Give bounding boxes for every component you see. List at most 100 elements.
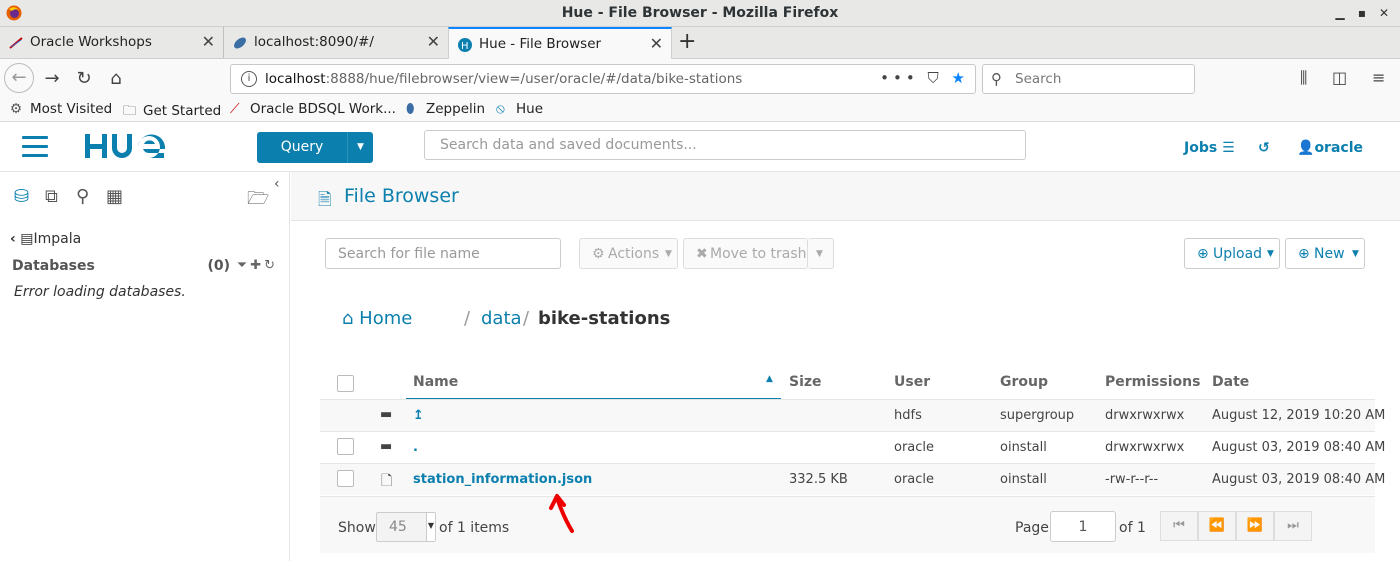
grid-icon[interactable]: ▦ (106, 186, 123, 207)
annotation-arrow-icon (549, 494, 574, 533)
server-icon: ▤ (20, 231, 34, 247)
folder-open-icon[interactable]: 🗁 (247, 186, 269, 216)
zeppelin-icon (234, 37, 246, 49)
tab-hue-file-browser[interactable]: H Hue - File Browser ✕ (448, 27, 672, 59)
first-page-button[interactable]: ⏮ (1160, 511, 1198, 541)
hamburger-menu-icon[interactable] (22, 136, 48, 158)
column-header-size[interactable]: Size (789, 374, 822, 390)
page-size-select[interactable]: 45 ▼ (376, 512, 436, 542)
oracle-icon: ⟋ (230, 101, 240, 117)
page-actions-icon[interactable]: ••• (880, 69, 919, 87)
hue-logo[interactable] (82, 131, 180, 161)
close-tab-icon[interactable]: ✕ (202, 32, 215, 51)
page-number-input[interactable]: 1 (1050, 511, 1116, 542)
upload-button[interactable]: ⊕ Upload ▼ (1184, 238, 1280, 269)
close-tab-icon[interactable]: ✕ (427, 32, 440, 51)
prev-page-button[interactable]: ⏪ (1198, 511, 1236, 541)
last-page-button[interactable]: ⏭ (1274, 511, 1312, 541)
sidebar-toggle-icon[interactable]: ◫ (1332, 68, 1347, 87)
library-icon[interactable]: ⫼ (1300, 68, 1307, 88)
bookmark-oracle-bdsql[interactable]: ⟋ Oracle BDSQL Work... (230, 101, 396, 117)
caret-down-icon: ▼ (665, 249, 672, 259)
database-icon[interactable]: ⛁ (14, 186, 29, 207)
trash-options-button[interactable]: ▼ (808, 238, 834, 269)
folder-icon: ▬ (380, 439, 393, 454)
column-header-date[interactable]: Date (1212, 374, 1249, 390)
query-button[interactable]: Query ▼ (257, 132, 373, 163)
row-checkbox[interactable] (337, 470, 354, 487)
bookmark-hue[interactable]: ⦸ Hue (496, 101, 543, 117)
refresh-icon[interactable]: ↻ (264, 258, 278, 273)
column-header-group[interactable]: Group (1000, 374, 1048, 390)
bookmark-get-started[interactable]: 🗀 Get Started (123, 101, 221, 124)
engine-selector[interactable]: ‹ ▤Impala (10, 231, 81, 247)
sort-asc-icon[interactable]: ▲ (766, 374, 773, 384)
tab-localhost-8090[interactable]: localhost:8090/#/ ✕ (224, 27, 448, 58)
actions-button[interactable]: ⚙ Actions ▼ (579, 238, 678, 269)
minimize-button[interactable]: ▁ (1331, 4, 1349, 22)
next-page-button[interactable]: ⏩ (1236, 511, 1274, 541)
browser-search-box[interactable]: ⚲ Search (982, 64, 1195, 94)
breadcrumb-data[interactable]: data (481, 308, 522, 329)
bookmark-star-icon[interactable]: ★ (952, 69, 969, 87)
search-icon: ⚲ (991, 70, 1002, 88)
info-icon[interactable]: i (241, 71, 257, 87)
jobs-link[interactable]: Jobs ☰ (1184, 140, 1235, 156)
search-icon[interactable]: ⚲ (76, 186, 89, 207)
plus-icon[interactable]: ✚ (250, 258, 264, 273)
plus-circle-icon: ⊕ (1197, 246, 1209, 262)
breadcrumb-home[interactable]: ⌂ Home (342, 308, 412, 329)
user-icon: 👤 (1297, 140, 1315, 156)
bookmark-zeppelin[interactable]: ⬮ Zeppelin (406, 101, 485, 117)
url-actions: ••• ⛉ ★ (880, 69, 969, 87)
reload-button[interactable]: ↻ (70, 65, 98, 93)
column-header-permissions[interactable]: Permissions (1105, 374, 1200, 390)
plus-circle-icon: ⊕ (1298, 246, 1310, 262)
navigation-bar: ← → ↻ ⌂ i localhost:8888/hue/filebrowser… (0, 59, 1400, 98)
column-header-user[interactable]: User (894, 374, 930, 390)
table-row[interactable]: 🗋 station_information.json 332.5 KB orac… (320, 463, 1385, 495)
back-button[interactable]: ← (4, 63, 34, 93)
file-name-link[interactable]: station_information.json (413, 472, 592, 487)
history-icon[interactable]: ↺ (1258, 140, 1270, 156)
close-window-button[interactable]: ✕ (1375, 4, 1393, 22)
sliders-icon: ☰ (1222, 140, 1235, 156)
query-caret-icon[interactable]: ▼ (347, 132, 373, 163)
database-actions: ⏷✚↻ (237, 258, 278, 273)
table-row[interactable]: ▬ ↥ hdfs supergroup drwxrwxrwx August 12… (320, 399, 1385, 431)
caret-down-icon: ▼ (816, 249, 823, 259)
bookmarks-toolbar: ⚙ Most Visited 🗀 Get Started ⟋ Oracle BDSQL… (0, 98, 1400, 122)
documents-icon[interactable]: ⧉ (45, 186, 58, 207)
maximize-button[interactable]: ▪ (1353, 4, 1371, 22)
column-header-name[interactable]: Name (413, 374, 458, 390)
filter-icon[interactable]: ⏷ (237, 258, 250, 273)
bookmark-most-visited[interactable]: ⚙ Most Visited (10, 101, 112, 117)
page-header: 🗎 File Browser (291, 172, 1400, 221)
table-row[interactable]: ▬ . oracle oinstall drwxrwxrwx August 03… (320, 431, 1385, 463)
caret-down-icon: ▼ (1267, 249, 1274, 259)
home-button[interactable]: ⌂ (102, 65, 130, 93)
collapse-panel-icon[interactable]: ‹ (274, 176, 280, 192)
new-button[interactable]: ⊕ New ▼ (1285, 238, 1365, 269)
url-bar[interactable]: i localhost:8888/hue/filebrowser/view=/u… (230, 64, 976, 94)
folder-icon: ▬ (380, 407, 393, 422)
file-search-input[interactable]: Search for file name (325, 238, 561, 269)
close-tab-icon[interactable]: ✕ (650, 34, 663, 53)
databases-error: Error loading databases. (14, 284, 186, 300)
window-titlebar: Hue - File Browser - Mozilla Firefox ▁ ▪… (0, 0, 1400, 27)
pocket-icon[interactable]: ⛉ (928, 69, 943, 87)
caret-down-icon: ▼ (426, 513, 435, 541)
menu-icon[interactable]: ≡ (1372, 68, 1385, 87)
select-all-checkbox[interactable] (337, 375, 354, 392)
user-menu[interactable]: 👤oracle (1297, 140, 1363, 156)
forward-button[interactable]: → (38, 65, 66, 93)
hue-icon: H (458, 38, 472, 52)
tab-oracle-workshops[interactable]: Oracle Workshops ✕ (0, 27, 224, 58)
move-to-trash-button[interactable]: ✖ Move to trash (683, 238, 808, 269)
global-search-input[interactable]: Search data and saved documents... (424, 130, 1026, 160)
new-tab-button[interactable]: + (678, 29, 696, 54)
chevron-left-icon[interactable]: ‹ (10, 231, 16, 247)
file-name-link[interactable]: . (413, 440, 418, 455)
file-name-link[interactable]: ↥ (413, 408, 424, 423)
row-checkbox[interactable] (337, 438, 354, 455)
